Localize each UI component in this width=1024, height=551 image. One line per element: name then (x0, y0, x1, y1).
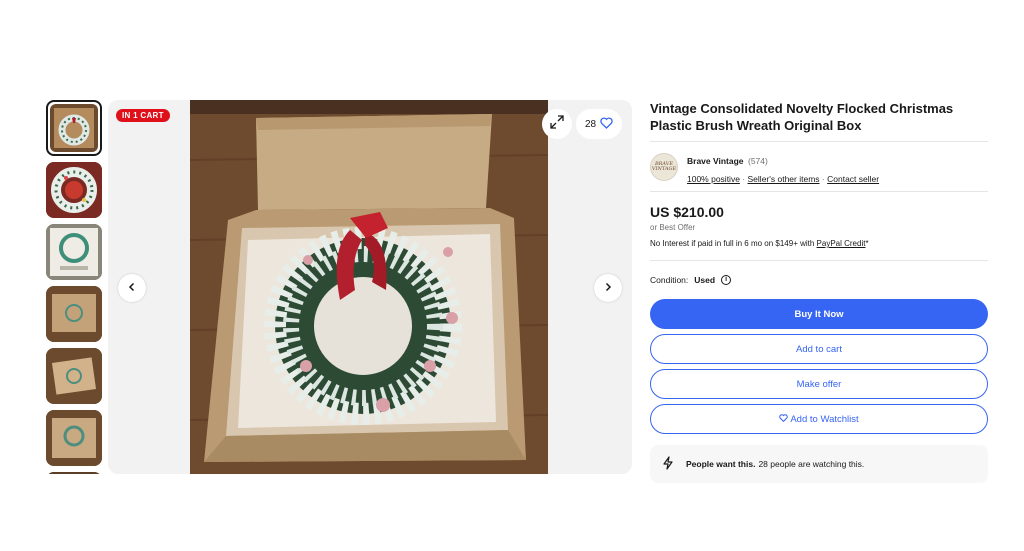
watch-count: 28 (584, 118, 597, 130)
add-to-cart-button[interactable]: Add to cart (650, 334, 988, 364)
seller-logo-text: BRAVE VINTAGE (651, 161, 677, 172)
seller-card: BRAVE VINTAGE Brave Vintage (574) 100% p… (650, 151, 988, 184)
seller-name[interactable]: Brave Vintage (687, 156, 744, 166)
lightning-icon (662, 456, 674, 472)
image-gallery: IN 1 CART 28 (108, 100, 632, 474)
seller-feedback-link[interactable]: 100% positive (687, 174, 740, 184)
make-offer-button[interactable]: Make offer (650, 369, 988, 399)
expand-image-button[interactable] (542, 109, 572, 139)
contact-seller-link[interactable]: Contact seller (827, 174, 879, 184)
divider (650, 260, 988, 261)
price: US $210.00 (650, 204, 724, 220)
financing-description: No Interest if paid in full in 6 mo on $… (650, 239, 817, 248)
separator: · (821, 173, 825, 184)
thumbnail-5[interactable] (46, 348, 102, 404)
watch-count-button[interactable]: 28 (576, 109, 622, 139)
thumbnail-2[interactable] (46, 162, 102, 218)
thumbnail-6[interactable] (46, 410, 102, 466)
people-watching-banner: People want this. 28 people are watching… (650, 445, 988, 483)
thumbnail-7[interactable] (46, 472, 102, 474)
chevron-right-icon (603, 279, 613, 297)
thumbnail-1[interactable] (46, 100, 102, 156)
seller-feedback-count: (574) (748, 155, 768, 166)
chevron-left-icon (127, 279, 137, 297)
add-to-watchlist-button[interactable]: Add to Watchlist (650, 404, 988, 434)
thumbnail-4[interactable] (46, 286, 102, 342)
best-offer-text: or Best Offer (650, 223, 696, 232)
thumbnail-3[interactable] (46, 224, 102, 280)
condition-label: Condition: (650, 275, 689, 285)
condition-value: Used (694, 275, 716, 285)
listing-info-panel: Vintage Consolidated Novelty Flocked Chr… (650, 100, 988, 483)
in-cart-badge: IN 1 CART (116, 109, 170, 122)
info-icon[interactable]: i (721, 275, 732, 285)
listing-title: Vintage Consolidated Novelty Flocked Chr… (650, 101, 954, 133)
heart-icon (779, 413, 789, 425)
financing-suffix: * (865, 239, 869, 248)
divider (650, 141, 988, 142)
people-watching-text: 28 people are watching this. (758, 459, 865, 469)
thumbnail-strip (46, 100, 103, 474)
seller-avatar[interactable]: BRAVE VINTAGE (650, 153, 678, 181)
main-product-image[interactable] (190, 100, 548, 474)
previous-image-button[interactable] (118, 274, 146, 302)
expand-icon (550, 114, 564, 134)
people-want-this: People want this. (686, 459, 756, 469)
financing-text: No Interest if paid in full in 6 mo on $… (650, 239, 988, 248)
heart-icon (600, 116, 613, 132)
seller-other-items-link[interactable]: Seller's other items (748, 174, 820, 184)
add-to-watchlist-label: Add to Watchlist (790, 413, 859, 425)
divider (650, 191, 988, 192)
condition-row: Condition: Used i (650, 274, 988, 286)
next-image-button[interactable] (594, 274, 622, 302)
separator: · (742, 173, 746, 184)
paypal-credit-link[interactable]: PayPal Credit (817, 239, 866, 248)
buy-it-now-button[interactable]: Buy It Now (650, 299, 988, 329)
